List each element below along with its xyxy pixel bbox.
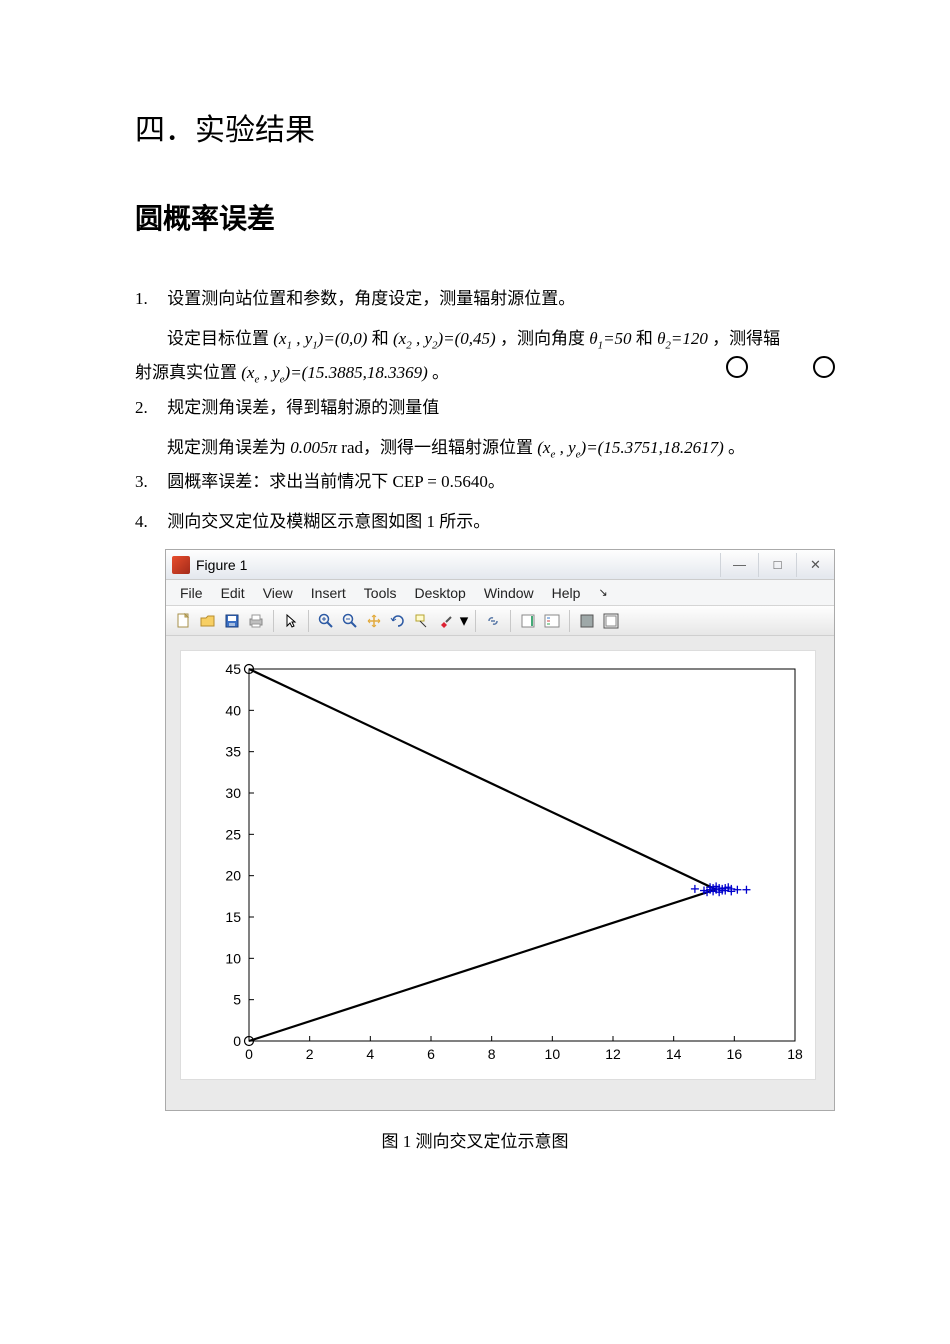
svg-text:2: 2: [306, 1046, 314, 1062]
formula: 0.005π: [290, 438, 337, 457]
colorbar-icon[interactable]: [517, 610, 539, 632]
pan-icon[interactable]: [363, 610, 385, 632]
menu-insert[interactable]: Insert: [311, 579, 346, 607]
list-num: 3.: [135, 465, 163, 499]
link-icon[interactable]: [482, 610, 504, 632]
text: 和: [636, 329, 653, 348]
text: 设置测向站位置和参数，角度设定，测量辐射源位置。: [167, 289, 575, 308]
print-icon[interactable]: [245, 610, 267, 632]
formula: (x1 , y1)=(0,0): [273, 329, 367, 348]
window-title: Figure 1: [196, 551, 247, 579]
menu-window[interactable]: Window: [484, 579, 534, 607]
new-icon[interactable]: [173, 610, 195, 632]
list-item-2-detail: 规定测角误差为 0.005π rad，测得一组辐射源位置 (xe , ye)=(…: [135, 431, 815, 465]
text: 设定目标位置: [167, 329, 269, 348]
list-item-1: 1. 设置测向站位置和参数，角度设定，测量辐射源位置。: [135, 282, 815, 316]
formula: (xe , ye)=(15.3885,18.3369): [241, 363, 428, 382]
menu-view[interactable]: View: [263, 579, 293, 607]
svg-text:4: 4: [366, 1046, 374, 1062]
dropdown-icon[interactable]: ▾: [459, 610, 469, 632]
menu-tools[interactable]: Tools: [364, 579, 397, 607]
svg-text:20: 20: [225, 868, 241, 884]
list-item-4: 4. 测向交叉定位及模糊区示意图如图 1 所示。: [135, 505, 815, 539]
svg-text:6: 6: [427, 1046, 435, 1062]
figure-caption: 图 1 测向交叉定位示意图: [135, 1125, 815, 1159]
formula: θ1=50: [589, 329, 631, 348]
text: 规定测角误差，得到辐射源的测量值: [167, 398, 439, 417]
svg-text:14: 14: [666, 1046, 682, 1062]
text: rad，测得一组辐射源位置: [341, 438, 533, 457]
svg-text:30: 30: [225, 785, 241, 801]
menubar: File Edit View Insert Tools Desktop Wind…: [166, 580, 834, 606]
list-num: 4.: [135, 505, 163, 539]
svg-text:10: 10: [225, 951, 241, 967]
svg-text:5: 5: [233, 992, 241, 1008]
window-buttons: — □ ✕: [720, 553, 834, 577]
text: 和: [372, 329, 389, 348]
menu-file[interactable]: File: [180, 579, 203, 607]
text: 。: [432, 363, 449, 382]
content: 1. 设置测向站位置和参数，角度设定，测量辐射源位置。 设定目标位置 (x1 ,…: [135, 282, 815, 1159]
text: ，测向角度: [500, 329, 585, 348]
formula: (xe , ye)=(15.3751,18.2617): [537, 438, 724, 457]
figure-window: Figure 1 — □ ✕ File Edit View Insert Too…: [165, 549, 835, 1111]
pointer-icon[interactable]: [280, 610, 302, 632]
section-title: 四．实验结果: [135, 105, 815, 149]
list-num: 2.: [135, 391, 163, 425]
show-tools-icon[interactable]: [600, 610, 622, 632]
data-cursor-icon[interactable]: [411, 610, 433, 632]
formula: θ2=120: [657, 329, 708, 348]
matlab-icon: [172, 556, 190, 574]
subsection-title: 圆概率误差: [135, 197, 815, 237]
titlebar[interactable]: Figure 1 — □ ✕: [166, 550, 834, 580]
menu-expand-icon[interactable]: ↘: [598, 582, 607, 604]
text: 圆概率误差：求出当前情况下 CEP = 0.5640。: [167, 472, 505, 491]
text: 规定测角误差为: [167, 438, 286, 457]
zoom-in-icon[interactable]: [315, 610, 337, 632]
text: 。: [728, 438, 745, 457]
menu-desktop[interactable]: Desktop: [414, 579, 465, 607]
text: 测向交叉定位及模糊区示意图如图 1 所示。: [167, 512, 490, 531]
list-item-3: 3. 圆概率误差：求出当前情况下 CEP = 0.5640。: [135, 465, 815, 499]
svg-text:12: 12: [605, 1046, 621, 1062]
list-item-1-detail2: 射源真实位置 (xe , ye)=(15.3885,18.3369) 。: [135, 356, 815, 390]
svg-text:10: 10: [545, 1046, 561, 1062]
brush-icon[interactable]: [435, 610, 457, 632]
minimize-button[interactable]: —: [720, 553, 758, 577]
maximize-button[interactable]: □: [758, 553, 796, 577]
text: 射源真实位置: [135, 363, 237, 382]
close-button[interactable]: ✕: [796, 553, 834, 577]
rotate-icon[interactable]: [387, 610, 409, 632]
svg-text:25: 25: [225, 827, 241, 843]
svg-text:8: 8: [488, 1046, 496, 1062]
chart: 0 2 4 6 8 10 12 14 16 18 0 5 10 15 20 25 30 35 40 45: [180, 650, 816, 1080]
menu-help[interactable]: Help: [552, 579, 581, 607]
list-item-1-detail1: 设定目标位置 (x1 , y1)=(0,0) 和 (x2 , y2)=(0,45…: [135, 322, 815, 356]
text: ，测得辐: [712, 329, 780, 348]
zoom-out-icon[interactable]: [339, 610, 361, 632]
svg-text:40: 40: [225, 703, 241, 719]
menu-edit[interactable]: Edit: [221, 579, 245, 607]
list-num: 1.: [135, 282, 163, 316]
annotation-circles: [661, 356, 835, 390]
toolbar: ▾: [166, 606, 834, 636]
plot-area: 0 2 4 6 8 10 12 14 16 18 0 5 10 15 20 25 30 35 40 45: [166, 636, 834, 1110]
hide-tools-icon[interactable]: [576, 610, 598, 632]
save-icon[interactable]: [221, 610, 243, 632]
svg-text:16: 16: [727, 1046, 743, 1062]
formula: (x2 , y2)=(0,45): [393, 329, 496, 348]
svg-text:15: 15: [225, 909, 241, 925]
svg-text:0: 0: [233, 1033, 241, 1049]
svg-text:45: 45: [225, 661, 241, 677]
legend-icon[interactable]: [541, 610, 563, 632]
list-item-2: 2. 规定测角误差，得到辐射源的测量值: [135, 391, 815, 425]
svg-text:0: 0: [245, 1046, 253, 1062]
svg-text:18: 18: [787, 1046, 803, 1062]
svg-text:35: 35: [225, 744, 241, 760]
open-icon[interactable]: [197, 610, 219, 632]
